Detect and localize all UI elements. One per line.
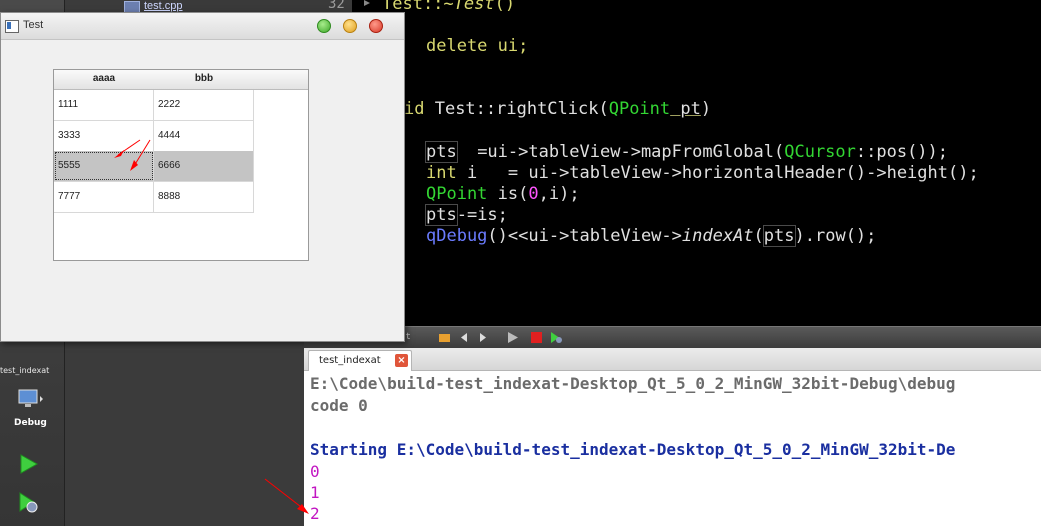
maximize-button[interactable] [317, 19, 331, 33]
table-cell[interactable]: 4444 [154, 121, 254, 151]
build-config-label: Debug [14, 418, 47, 428]
output-line-value: 2 [310, 504, 320, 523]
minimize-button[interactable] [343, 19, 357, 33]
table-cell[interactable]: 3333 [54, 121, 154, 151]
table-row[interactable]: 7777 8888 [54, 182, 254, 213]
code-line-3: id Test::rightClick(QPoint pt) [404, 99, 712, 119]
table-row[interactable]: 3333 4444 [54, 121, 254, 152]
arrow-left-icon[interactable] [458, 331, 471, 344]
attach-icon[interactable] [438, 331, 451, 344]
output-line-value: 1 [310, 483, 320, 502]
play-icon[interactable] [506, 331, 519, 344]
table-cell[interactable]: 6666 [154, 151, 254, 181]
app-window-icon [5, 20, 19, 33]
output-tab-bar: test_indexat × [304, 348, 1041, 371]
table-view[interactable]: aaaa bbb 1111 2222 3333 4444 5555 6666 7… [53, 69, 309, 261]
window-title: Test [23, 19, 44, 31]
output-line-value: 0 [310, 462, 320, 481]
table-cell[interactable]: 1111 [54, 90, 154, 120]
output-line-exit: code 0 [310, 396, 368, 415]
title-bar[interactable]: Test [1, 13, 404, 40]
close-button[interactable] [369, 19, 383, 33]
table-row-selected[interactable]: 5555 6666 [54, 151, 254, 182]
test-window: Test aaaa bbb 1111 2222 3333 4444 5555 6… [0, 12, 405, 342]
project-selector-label[interactable]: test_indexat [0, 366, 64, 375]
monitor-icon[interactable] [16, 388, 44, 410]
table-cell[interactable]: 5555 [54, 151, 154, 181]
fold-marker-icon[interactable] [362, 0, 372, 8]
table-cell[interactable]: 2222 [154, 90, 254, 120]
debug-step-icon[interactable] [550, 331, 563, 344]
output-toolbar: ut [304, 326, 1041, 349]
code-editor[interactable]: 32 Test::~Test() delete ui; id Test::rig… [328, 0, 1041, 326]
output-tab-label: test_indexat [319, 355, 381, 366]
table-header: aaaa bbb [54, 70, 308, 90]
file-tab-label: test.cpp [144, 0, 183, 12]
line-number: 32 [328, 0, 345, 12]
table-row[interactable]: 1111 2222 [54, 90, 254, 121]
code-line-5: int i = ui->tableView->horizontalHeader(… [426, 163, 979, 183]
red-arrow-icon [264, 478, 309, 514]
output-tab-test-indexat[interactable]: test_indexat × [308, 350, 412, 371]
table-cell[interactable]: 7777 [54, 182, 154, 212]
code-line-6: QPoint is(0,i); [426, 184, 580, 204]
output-line-path: E:\Code\build-test_indexat-Desktop_Qt_5_… [310, 374, 956, 393]
code-line-2: delete ui; [426, 36, 529, 56]
stop-icon[interactable] [530, 331, 543, 344]
column-header-bbb[interactable]: bbb [154, 73, 254, 84]
column-header-aaaa[interactable]: aaaa [54, 73, 154, 84]
arrow-right-icon[interactable] [476, 331, 489, 344]
output-line-starting: Starting E:\Code\build-test_indexat-Desk… [310, 440, 956, 459]
table-cell[interactable]: 8888 [154, 182, 254, 212]
close-icon[interactable]: × [395, 354, 408, 367]
code-line-7: pts-=is; [425, 204, 508, 226]
code-line-4: pts =ui->tableView->mapFromGlobal(QCurso… [425, 141, 949, 163]
debug-run-icon[interactable] [16, 490, 40, 514]
code-line-8: qDebug()<<ui->tableView->indexAt(pts).ro… [426, 225, 877, 247]
application-output-pane[interactable]: test_indexat × E:\Code\build-test_indexa… [304, 348, 1041, 526]
run-icon[interactable] [16, 452, 40, 476]
